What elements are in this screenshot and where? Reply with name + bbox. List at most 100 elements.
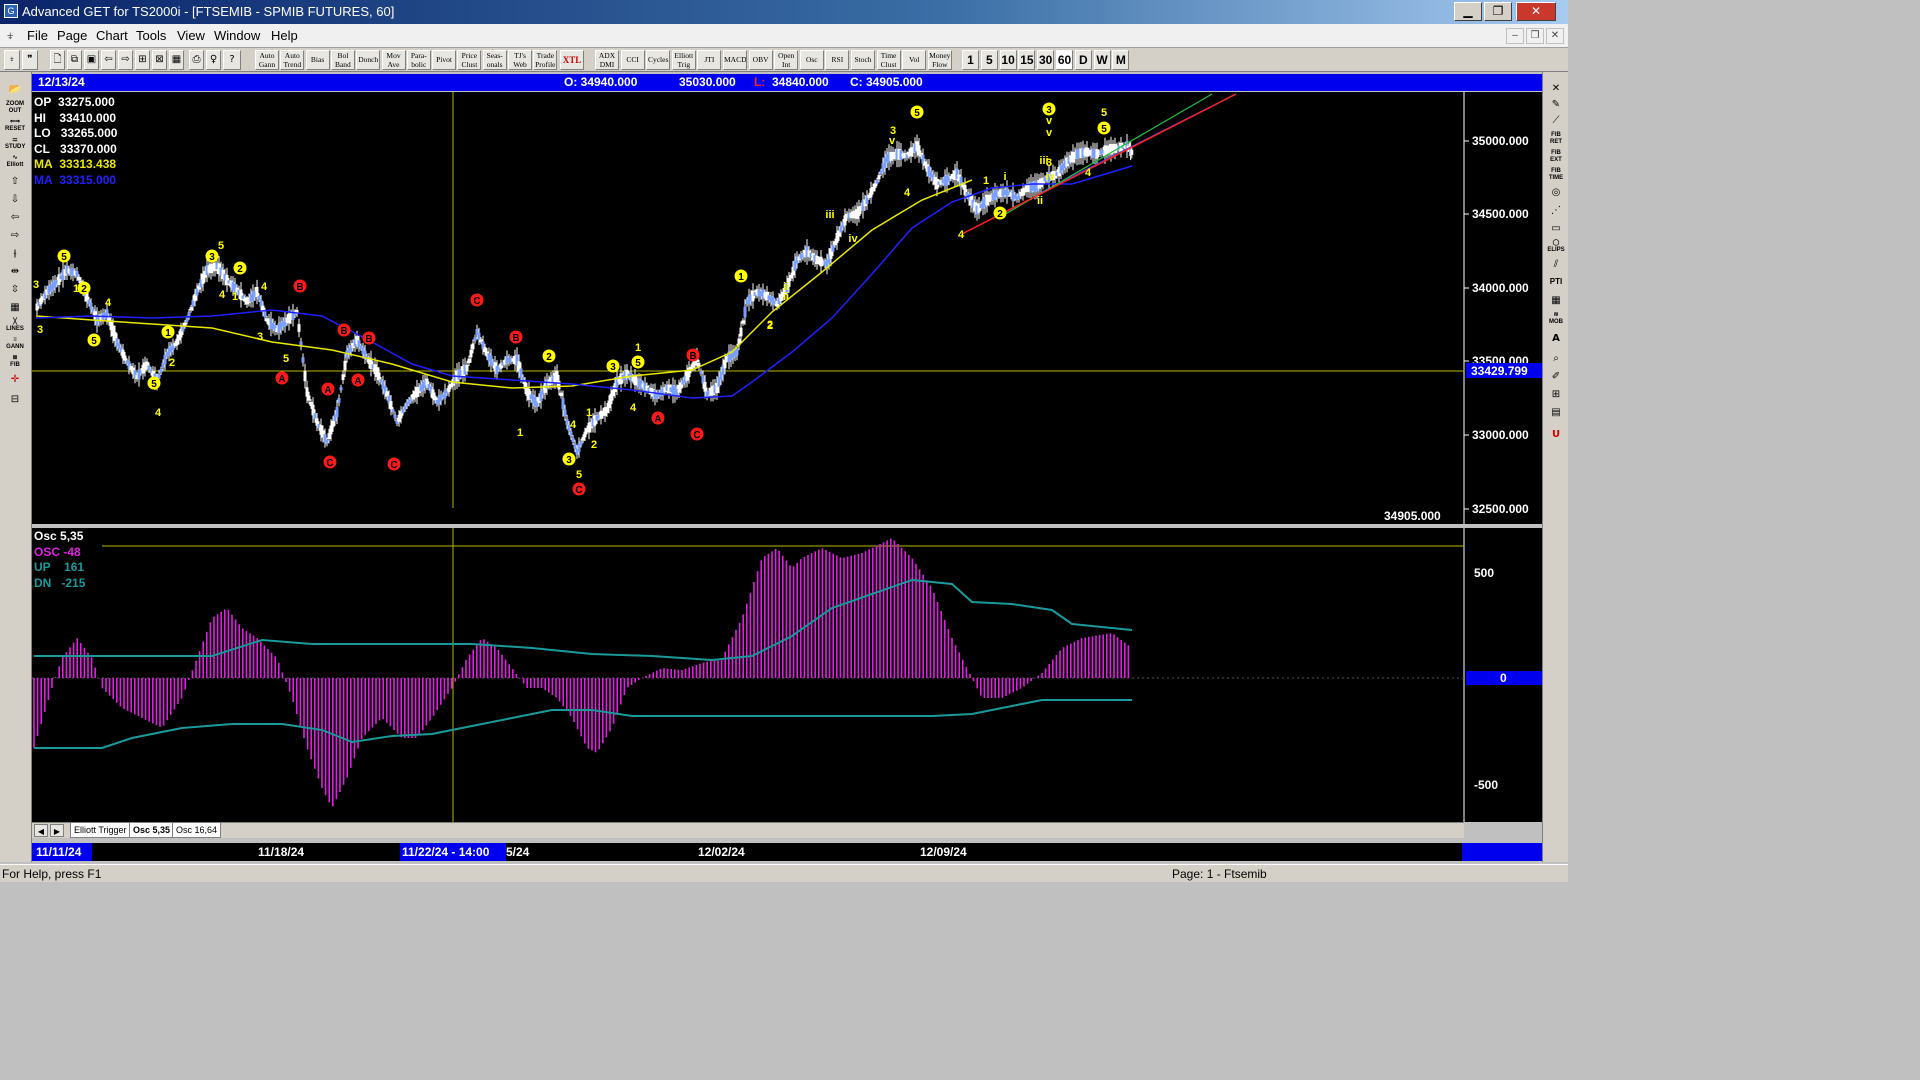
tool-gann[interactable]: ≡ GANN [4, 336, 26, 352]
notes-icon[interactable]: ▤ [1547, 406, 1565, 422]
tab-scroll-left-icon[interactable]: ◀ [34, 824, 48, 837]
print-icon[interactable]: ⎙ [189, 50, 204, 70]
indicator-button-osc[interactable]: Osc [799, 50, 824, 70]
chart-window-icon[interactable]: ⊞ [135, 50, 150, 70]
indicator-button-openint[interactable]: Open Int [774, 50, 799, 70]
tool-fib[interactable]: ≣ FIB [4, 354, 26, 370]
indicator-button-cycles[interactable]: Cycles [646, 50, 671, 70]
study-button-parabolic[interactable]: Para-bolic [406, 50, 431, 70]
arrow-up-icon[interactable]: ⇧ [4, 174, 26, 190]
copy-page-icon[interactable]: ⧉ [67, 50, 82, 70]
mdi-restore-button[interactable]: ❐ [1526, 28, 1544, 44]
study-button-tjsweb[interactable]: TJ's Web [508, 50, 532, 70]
pointer-icon[interactable]: ⍖ [4, 50, 20, 70]
menu-help[interactable]: Help [271, 28, 298, 43]
bars-icon[interactable]: ⫲ [4, 246, 26, 262]
study-button-bolband[interactable]: Bol Band [330, 50, 355, 70]
calculator-icon[interactable]: ⊞ [1547, 388, 1565, 404]
timeframe-button-1[interactable]: 1 [962, 50, 979, 70]
grid-icon-left[interactable]: ▦ [4, 300, 26, 316]
study-button-donch[interactable]: Donch [356, 50, 381, 70]
xtl-button[interactable]: XTL [560, 50, 584, 70]
menu-tools[interactable]: Tools [136, 28, 166, 43]
scroll-right-icon[interactable]: ⇨ [118, 50, 133, 70]
lightbulb-icon[interactable]: ♀ [206, 50, 221, 70]
study-button-autogann[interactable]: Auto Gann [255, 50, 279, 70]
menu-chart[interactable]: Chart [96, 28, 128, 43]
indicator-button-vol[interactable]: Vol [902, 50, 927, 70]
tool-reset[interactable]: ⇐⇒ RESET [4, 118, 26, 134]
document-icon[interactable]: ⍖ [6, 27, 14, 44]
indicator-button-cci[interactable]: CCI [620, 50, 645, 70]
indicator-button-adxdmi[interactable]: ADX DMI [595, 50, 619, 70]
table-icon[interactable]: ▦ [1547, 294, 1565, 310]
mdi-minimize-button[interactable]: – [1506, 28, 1524, 44]
text-tool-icon[interactable]: A [1547, 332, 1565, 348]
box-icon[interactable]: ▭ [1547, 222, 1565, 238]
magnify-icon[interactable]: ⌕ [1547, 352, 1565, 368]
timeframe-button-d[interactable]: D [1074, 50, 1092, 70]
study-button-seasonals[interactable]: Seas-onals [482, 50, 507, 70]
quote-icon[interactable]: ❞ [22, 50, 38, 70]
help-icon[interactable]: ? [223, 50, 241, 70]
indicator-button-moneyflow[interactable]: Money Flow [927, 50, 952, 70]
close-button[interactable]: ✕ [1516, 2, 1556, 21]
study-button-tradeprofile[interactable]: Trade Profile [533, 50, 558, 70]
spiral-icon[interactable]: ◎ [1547, 186, 1565, 202]
new-page-icon[interactable]: 🗋 [50, 50, 65, 70]
indicator-button-timeclust[interactable]: Time Clust [876, 50, 901, 70]
tool-lines[interactable]: ╳ LINES [4, 318, 26, 334]
oscillator-pane[interactable]: 500 0 -500 Osc 5,35 OSC -48 UP 161 DN -215 [32, 528, 1542, 822]
tab-osc-16-64[interactable]: Osc 16,64 [172, 823, 222, 838]
tab-elliott-trigger[interactable]: Elliott Trigger [70, 823, 131, 838]
arrow-left-icon[interactable]: ⇦ [4, 210, 26, 226]
tab-scroll-right-icon[interactable]: ▶ [50, 824, 64, 837]
menu-page[interactable]: Page [57, 28, 87, 43]
timeframe-button-5[interactable]: 5 [980, 50, 998, 70]
open-folder-icon[interactable]: 📂 [4, 82, 26, 98]
tool-fib-ext[interactable]: FIB EXT [1547, 150, 1565, 166]
tool-elliott[interactable]: ∿ Elliott [4, 154, 26, 170]
delete-icon[interactable]: ⊠ [152, 50, 167, 70]
line-draw-icon[interactable]: ⟋ [1547, 114, 1565, 130]
study-button-priceclust[interactable]: Price Clust [457, 50, 482, 70]
timeframe-button-15[interactable]: 15 [1018, 50, 1036, 70]
undo-icon[interactable]: U [1547, 428, 1565, 444]
study-button-movave[interactable]: Mov Ave [381, 50, 406, 70]
arrow-right-icon[interactable]: ⇨ [4, 228, 26, 244]
menu-view[interactable]: View [177, 28, 205, 43]
study-button-autotrend[interactable]: Auto Trend [280, 50, 305, 70]
menu-window[interactable]: Window [214, 28, 260, 43]
grid-icon[interactable]: ▦ [169, 50, 184, 70]
tool-fib-ret[interactable]: FIB RET [1547, 132, 1565, 148]
compress-icon[interactable]: ⇹ [4, 264, 26, 280]
indicator-button-rsi[interactable]: RSI [825, 50, 850, 70]
indicator-button-stoch[interactable]: Stoch [851, 50, 875, 70]
price-chart-canvas[interactable]: 35000.00034500.00034000.00033500.0003300… [32, 92, 1542, 524]
fan-icon[interactable]: ⋰ [1547, 204, 1565, 220]
oscillator-canvas[interactable]: 500 0 -500 [32, 528, 1542, 822]
channel-icon[interactable]: ⫽ [1547, 258, 1565, 274]
indicator-button-jti[interactable]: JTI [697, 50, 722, 70]
title-bar[interactable]: G Advanced GET for TS2000i - [FTSEMIB - … [0, 0, 1568, 24]
pencil-icon[interactable]: ✎ [1547, 98, 1565, 114]
timeframe-button-m[interactable]: M [1112, 50, 1130, 70]
tool-zoom[interactable]: ZOOM OUT [4, 100, 26, 116]
timeframe-button-30[interactable]: 30 [1037, 50, 1055, 70]
brush-icon[interactable]: ✐ [1547, 370, 1565, 386]
timeframe-button-w[interactable]: W [1093, 50, 1111, 70]
tab-osc-5-35[interactable]: Osc 5,35 [129, 823, 175, 838]
tool-pti[interactable]: PTI [1547, 278, 1565, 294]
scroll-left-icon[interactable]: ⇦ [101, 50, 116, 70]
study-button-bias[interactable]: Bias [305, 50, 330, 70]
indicator-button-macd[interactable]: MACD [723, 50, 747, 70]
arrow-down-icon[interactable]: ⇩ [4, 192, 26, 208]
restore-button[interactable]: ❐ [1484, 2, 1512, 21]
tool-mob[interactable]: ≋ MOB [1547, 312, 1565, 328]
minimize-button[interactable]: ▁ [1454, 2, 1482, 21]
toolbox-icon[interactable]: ⊟ [4, 392, 26, 408]
tool-ellipse[interactable]: ◯ ELIPS [1547, 240, 1565, 256]
close-tool-icon[interactable]: ✕ [1547, 82, 1565, 98]
crosshair-icon[interactable]: ✛ [4, 372, 26, 388]
add-chart-icon[interactable]: ▣ [84, 50, 99, 70]
